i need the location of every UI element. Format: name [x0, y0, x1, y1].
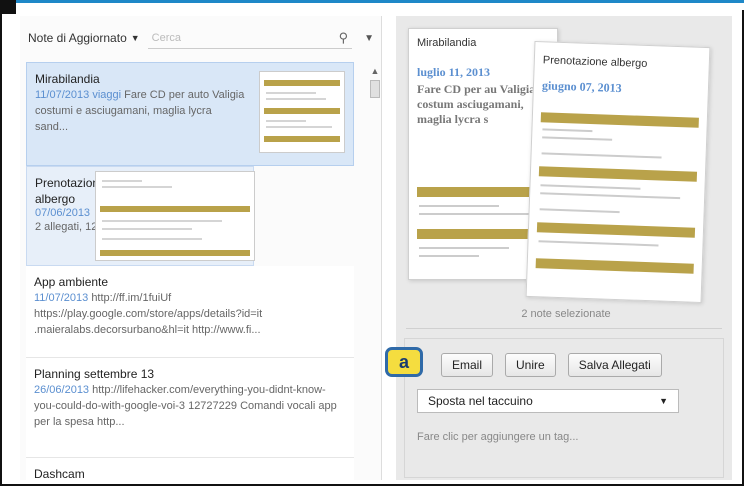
divider [406, 328, 722, 329]
note-date: 11/07/2013 [34, 292, 89, 304]
search-input[interactable] [151, 31, 272, 44]
save-attachments-button[interactable]: Salva Allegati [567, 353, 662, 377]
list-item[interactable]: App ambiente 11/07/2013 http://ff.im/1fu… [26, 266, 354, 358]
list-item[interactable]: Dashcam [26, 458, 354, 480]
preview-date: giugno 07, 2013 [541, 78, 622, 96]
list-item[interactable]: Mirabilandia 11/07/2013 viaggi Fare CD p… [26, 62, 354, 166]
search-icon[interactable]: ⚲ [339, 30, 349, 46]
actions-box: Email Unire Salva Allegati a Sposta nel … [385, 338, 724, 478]
note-title: Dashcam [34, 467, 85, 480]
sort-label: Note di Aggiornato [28, 31, 127, 45]
corner-marker [0, 0, 16, 14]
note-thumbnail [95, 171, 255, 261]
selection-panel: Mirabilandia luglio 11, 2013 Fare CD per… [385, 16, 732, 480]
note-tag: viaggi [92, 89, 122, 101]
sort-dropdown[interactable]: Note di Aggiornato ▼ [28, 31, 140, 45]
search-box[interactable]: ⚲ [147, 27, 353, 49]
add-tag-field[interactable]: Fare clic per aggiungere un tag... [417, 431, 578, 443]
action-buttons: Email Unire Salva Allegati [441, 353, 662, 377]
note-list: Mirabilandia 11/07/2013 viaggi Fare CD p… [26, 62, 354, 480]
selection-count: 2 note selezionate [521, 308, 611, 320]
scrollbar[interactable]: ▲ [370, 66, 380, 476]
email-button[interactable]: Email [441, 353, 494, 377]
chevron-down-icon[interactable]: ▼ [360, 33, 374, 44]
note-title: App ambiente [34, 275, 109, 289]
note-preview-card[interactable]: Prenotazione albergo giugno 07, 2013 [525, 41, 711, 303]
note-title: Planning settembre 13 [34, 367, 155, 381]
scrollbar-thumb[interactable] [370, 80, 380, 98]
merge-button[interactable]: Unire [505, 353, 556, 377]
note-list-panel: Note di Aggiornato ▼ ⚲ ▼ Mirabilandia 11… [20, 16, 382, 480]
note-title: Prenotazione albergo [35, 176, 106, 206]
list-item[interactable]: Prenotazione albergo 07/06/2013 2 allega… [26, 166, 255, 266]
chevron-up-icon[interactable]: ▲ [370, 66, 380, 76]
chevron-down-icon: ▼ [659, 396, 668, 406]
note-thumbnail [259, 71, 345, 153]
move-notebook-dropdown[interactable]: Sposta nel taccuino ▼ [417, 389, 679, 413]
note-list-header: Note di Aggiornato ▼ ⚲ ▼ [28, 22, 374, 54]
title-accent-line [0, 0, 744, 10]
chevron-down-icon: ▼ [130, 33, 140, 43]
note-date: 11/07/2013 [35, 89, 90, 101]
list-item[interactable]: Planning settembre 13 26/06/2013 http://… [26, 358, 354, 458]
note-date: 26/06/2013 [34, 384, 90, 396]
callout-badge: a [385, 347, 423, 377]
move-notebook-label: Sposta nel taccuino [428, 394, 533, 408]
